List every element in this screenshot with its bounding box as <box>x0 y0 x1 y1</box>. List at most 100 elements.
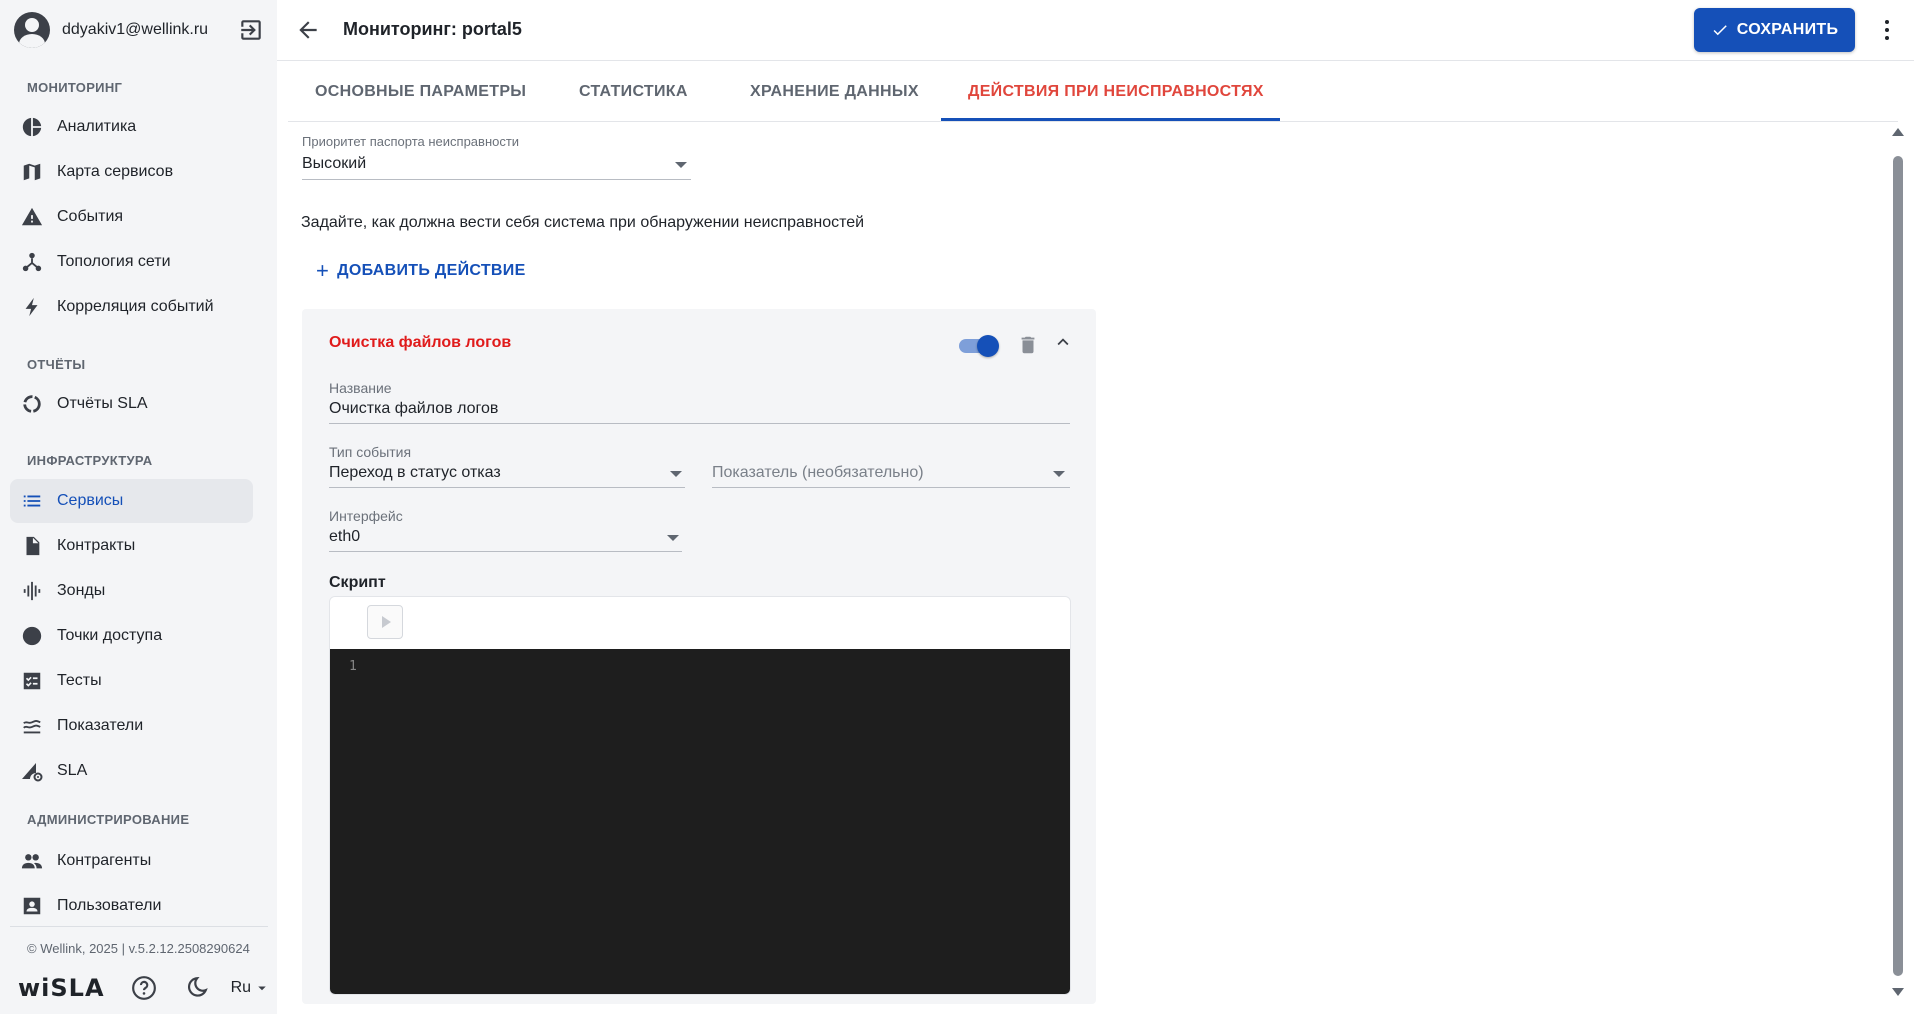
sidebar-item-service-map[interactable]: Карта сервисов <box>10 150 253 194</box>
sidebar-item-sla-reports[interactable]: Отчёты SLA <box>10 382 253 426</box>
event-type-value: Переход в статус отказ <box>329 464 501 481</box>
waves-icon <box>19 713 45 739</box>
interface-label: Интерфейс <box>329 508 403 524</box>
sidebar-item-users[interactable]: Пользователи <box>10 884 253 928</box>
list-icon <box>19 488 45 514</box>
topology-icon <box>19 249 45 275</box>
tab-fault-actions[interactable]: ДЕЙСТВИЯ ПРИ НЕИСПРАВНОСТЯХ <box>968 62 1264 122</box>
line-number: 1 <box>349 659 357 674</box>
more-vert-icon[interactable] <box>1873 16 1901 44</box>
run-script-button[interactable] <box>367 605 403 639</box>
sidebar-item-counterparties[interactable]: Контрагенты <box>10 839 253 883</box>
sidebar-item-probes[interactable]: Зонды <box>10 569 253 613</box>
language-value: Ru <box>230 979 252 996</box>
sidebar-item-topology[interactable]: Топология сети <box>10 240 253 284</box>
document-icon <box>19 533 45 559</box>
sidebar-item-label: Зонды <box>57 582 106 599</box>
sidebar-item-label: Отчёты SLA <box>57 395 148 412</box>
sidebar-item-correlation[interactable]: Корреляция событий <box>10 285 253 329</box>
sidebar-item-label: Тесты <box>57 672 102 689</box>
code-area[interactable]: 1 <box>330 649 1070 994</box>
sidebar-item-label: Пользователи <box>57 897 162 914</box>
tab-main-params[interactable]: ОСНОВНЫЕ ПАРАМЕТРЫ <box>315 62 526 122</box>
name-label: Название <box>329 380 392 396</box>
scroll-up-arrow-icon[interactable] <box>1892 128 1904 136</box>
brand-logo: wiSLA <box>18 974 105 1002</box>
sidebar-item-label: Карта сервисов <box>57 163 174 180</box>
script-editor[interactable]: 1 <box>329 596 1071 995</box>
signal-icon <box>19 578 45 604</box>
save-button[interactable]: СОХРАНИТЬ <box>1694 8 1855 52</box>
tab-data-storage[interactable]: ХРАНЕНИЕ ДАННЫХ <box>750 62 919 122</box>
user-profile[interactable]: ddyakiv1@wellink.ru <box>14 10 264 50</box>
top-bar: Мониторинг: portal5 СОХРАНИТЬ <box>277 0 1914 61</box>
name-underline <box>329 423 1070 424</box>
dropdown-arrow-icon <box>1053 471 1065 477</box>
add-action-button[interactable]: + ДОБАВИТЬ ДЕЙСТВИЕ <box>316 258 526 284</box>
sidebar-item-tests[interactable]: Тесты <box>10 659 253 703</box>
chevron-up-icon[interactable] <box>1052 331 1074 353</box>
sidebar: ddyakiv1@wellink.ru МОНИТОРИНГ Аналитика… <box>0 0 277 1014</box>
language-select[interactable]: Ru <box>231 979 271 997</box>
section-infrastructure: ИНФРАСТРУКТУРА <box>27 453 153 468</box>
scroll-down-arrow-icon[interactable] <box>1892 988 1904 996</box>
interface-value: eth0 <box>329 528 361 545</box>
chevron-down-icon <box>258 986 266 991</box>
sidebar-item-label: Корреляция событий <box>57 298 214 315</box>
name-value: Очистка файлов логов <box>329 400 499 417</box>
dropdown-arrow-icon <box>670 471 682 477</box>
sidebar-item-label: Топология сети <box>57 253 171 270</box>
metric-placeholder: Показатель (необязательно) <box>712 464 924 481</box>
back-arrow-icon[interactable] <box>295 17 321 43</box>
help-icon[interactable] <box>131 975 157 1001</box>
sidebar-item-label: Аналитика <box>57 118 137 135</box>
sidebar-item-label: Показатели <box>57 717 144 734</box>
vertical-scrollbar[interactable] <box>1890 122 1906 1006</box>
avatar-icon <box>14 12 50 48</box>
sidebar-footer: wiSLA Ru <box>18 972 271 1004</box>
sidebar-item-label: Контракты <box>57 537 136 554</box>
section-administration: АДМИНИСТРИРОВАНИЕ <box>27 812 190 827</box>
section-reports: ОТЧЁТЫ <box>27 357 86 372</box>
delete-icon[interactable] <box>1017 332 1039 358</box>
actions-hint: Задайте, как должна вести себя система п… <box>301 214 865 231</box>
sidebar-item-analytics[interactable]: Аналитика <box>10 105 253 149</box>
event-type-underline <box>329 487 685 488</box>
action-title: Очистка файлов логов <box>329 334 512 351</box>
sidebar-item-label: Сервисы <box>57 492 124 509</box>
scrollbar-thumb[interactable] <box>1893 156 1903 976</box>
user-email: ddyakiv1@wellink.ru <box>62 21 209 38</box>
script-label: Скрипт <box>329 574 386 591</box>
sla-gear-icon <box>19 758 45 784</box>
copyright: © Wellink, 2025 | v.5.2.12.2508290624 <box>27 941 250 956</box>
map-icon <box>19 159 45 185</box>
checklist-icon <box>19 668 45 694</box>
sidebar-item-label: Контрагенты <box>57 852 152 869</box>
save-button-label: СОХРАНИТЬ <box>1736 21 1839 38</box>
sidebar-item-metrics[interactable]: Показатели <box>10 704 253 748</box>
sidebar-item-events[interactable]: События <box>10 195 253 239</box>
action-enabled-toggle[interactable] <box>957 334 999 357</box>
tab-bar: ОСНОВНЫЕ ПАРАМЕТРЫ СТАТИСТИКА ХРАНЕНИЕ Д… <box>288 62 1898 122</box>
page-title: Мониторинг: portal5 <box>343 19 522 39</box>
user-card-icon <box>19 893 45 919</box>
sidebar-item-services[interactable]: Сервисы <box>10 479 253 523</box>
dropdown-arrow-icon <box>675 162 687 168</box>
circle-icon <box>19 623 45 649</box>
dark-mode-icon[interactable] <box>183 975 209 1001</box>
logout-icon[interactable] <box>238 17 264 43</box>
pie-chart-icon <box>19 114 45 140</box>
check-icon <box>1713 25 1727 36</box>
plus-icon: + <box>316 258 330 283</box>
sidebar-item-sla[interactable]: SLA <box>10 749 253 793</box>
sidebar-item-contracts[interactable]: Контракты <box>10 524 253 568</box>
sidebar-item-label: SLA <box>57 762 88 779</box>
sidebar-item-label: События <box>57 208 124 225</box>
sidebar-divider <box>10 926 268 927</box>
dropdown-arrow-icon <box>667 535 679 541</box>
interface-underline <box>329 551 682 552</box>
priority-underline <box>302 179 691 180</box>
priority-value: Высокий <box>302 155 367 172</box>
sidebar-item-access-points[interactable]: Точки доступа <box>10 614 253 658</box>
tab-statistics[interactable]: СТАТИСТИКА <box>579 62 688 122</box>
